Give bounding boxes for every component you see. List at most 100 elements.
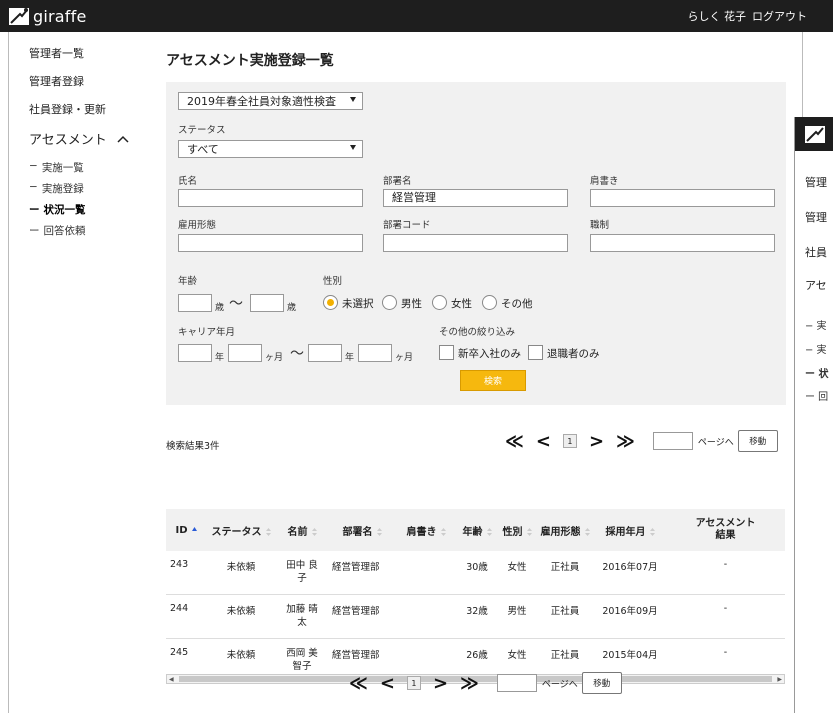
bullet: ー	[29, 225, 40, 237]
page-jump-input[interactable]	[652, 432, 693, 450]
career-label: キャリア年月	[178, 327, 236, 338]
sidebar-subitem-label: 実施登録	[41, 183, 84, 195]
col-header-status[interactable]: ステータス	[206, 509, 276, 551]
assessment-select[interactable]: 2019年春全社員対象適性検査	[178, 92, 363, 110]
col-header-gender[interactable]: 性別	[498, 509, 536, 551]
bullet: −	[29, 181, 38, 193]
employment-input[interactable]	[178, 234, 363, 252]
sort-icon	[311, 527, 317, 536]
table-header-row: ID ステータス 名前 部署名 肩書き 年齢 性別 雇用形態 採用年月 アセスメ…	[166, 509, 785, 551]
page-jump-input[interactable]	[496, 674, 537, 692]
cell-gender: 女性	[498, 551, 536, 595]
next-page-icon[interactable]: >	[589, 431, 604, 452]
month-unit: ヶ月	[395, 353, 414, 363]
scroll-left-icon[interactable]: ◀	[169, 676, 174, 683]
retired-checkbox[interactable]	[528, 345, 543, 360]
col-header-id[interactable]: ID	[166, 509, 206, 551]
status-select-value: すべて	[187, 143, 219, 156]
cell-title	[396, 551, 456, 595]
sort-icon	[649, 527, 655, 536]
age-unit: 歳	[215, 303, 225, 313]
brand[interactable]: giraffe	[8, 5, 87, 27]
cell-hired: 2016年09月	[594, 594, 666, 639]
next-page-icon[interactable]: >	[433, 673, 448, 694]
cell-hired: 2016年07月	[594, 551, 666, 595]
sidebar-item-admin-list[interactable]: 管理者一覧	[29, 45, 84, 61]
col-header-age[interactable]: 年齢	[456, 509, 498, 551]
month-unit: ヶ月	[265, 353, 284, 363]
prev-page-icon[interactable]: <	[536, 431, 551, 452]
career-from-year-input[interactable]	[178, 344, 212, 362]
page-number[interactable]: 1	[562, 434, 577, 448]
career-from-month-input[interactable]	[228, 344, 262, 362]
scroll-right-icon[interactable]: ▶	[777, 676, 782, 683]
career-to-year-input[interactable]	[308, 344, 342, 362]
main-content: アセスメント実施登録一覧 2019年春全社員対象適性検査 ステータス すべて 氏…	[149, 32, 802, 713]
career-to-month-input[interactable]	[358, 344, 392, 362]
logout-link[interactable]: ログアウト	[752, 8, 807, 24]
new-grad-checkbox[interactable]	[439, 345, 454, 360]
gender-radio-other[interactable]	[482, 295, 497, 310]
cell-id: 244	[166, 594, 206, 639]
page-jump-button[interactable]: 移動	[581, 672, 622, 694]
sidebar-subitem-run-register[interactable]: − 実施登録	[29, 181, 84, 196]
sidebar-item-employee-register[interactable]: 社員登録・更新	[29, 101, 106, 117]
sidebar-subitem-status-list[interactable]: ー 状況一覧	[29, 202, 86, 217]
cell-employment: 正社員	[536, 594, 594, 639]
page-jump-button[interactable]: 移動	[737, 430, 778, 452]
sidebar-accordion-assessment[interactable]: アセスメント	[29, 129, 129, 148]
col-header-employment[interactable]: 雇用形態	[536, 509, 594, 551]
pager-top: ≪ < 1 > ≫ ページへ 移動	[505, 430, 778, 452]
new-grad-label: 新卒入社のみ	[458, 348, 521, 360]
gender-option-label: その他	[501, 298, 533, 310]
tilde: 〜	[229, 296, 243, 312]
name-input[interactable]	[178, 189, 363, 207]
overlay-subitem: ー 状	[805, 369, 829, 380]
col-header-name[interactable]: 名前	[276, 509, 328, 551]
col-header-dept[interactable]: 部署名	[328, 509, 396, 551]
last-page-icon[interactable]: ≫	[460, 673, 479, 694]
brand-name: giraffe	[33, 6, 87, 26]
table-row[interactable]: 243 未依頼 田中 良子 経営管理部 30歳 女性 正社員 2016年07月 …	[166, 551, 785, 595]
sidebar-subitem-answer-request[interactable]: ー 回答依頼	[29, 223, 86, 238]
cell-age: 32歳	[456, 594, 498, 639]
first-page-icon[interactable]: ≪	[505, 431, 524, 452]
col-header-title[interactable]: 肩書き	[396, 509, 456, 551]
employment-label: 雇用形態	[178, 220, 217, 231]
last-page-icon[interactable]: ≫	[616, 431, 635, 452]
title-input[interactable]	[590, 189, 775, 207]
sidebar-subitem-label: 実施一覧	[41, 162, 84, 174]
search-panel: 2019年春全社員対象適性検査 ステータス すべて 氏名 部署名 肩書き 経営管…	[166, 82, 786, 405]
pager-bottom: ≪ < 1 > ≫ ページへ 移動	[349, 672, 622, 694]
search-button[interactable]: 検索	[460, 370, 526, 391]
cell-gender: 男性	[498, 594, 536, 639]
page-number[interactable]: 1	[406, 676, 421, 690]
cell-status: 未依頼	[206, 594, 276, 639]
overlay-top-bar	[795, 117, 833, 151]
sidebar-subitem-run-list[interactable]: − 実施一覧	[29, 160, 84, 175]
gender-radio-unselected[interactable]	[323, 295, 338, 310]
dept-code-input[interactable]	[383, 234, 568, 252]
first-page-icon[interactable]: ≪	[349, 673, 368, 694]
gender-radio-male[interactable]	[382, 295, 397, 310]
results-count: 検索結果3件	[166, 441, 220, 452]
position-input[interactable]	[590, 234, 775, 252]
status-select[interactable]: すべて	[178, 140, 363, 158]
age-to-input[interactable]	[250, 294, 284, 312]
col-header-hired[interactable]: 採用年月	[594, 509, 666, 551]
age-from-input[interactable]	[178, 294, 212, 312]
overlapping-window: 管理 管理 社員 アセ − 実 − 実 ー 状 ー 回	[794, 117, 833, 713]
cell-name: 加藤 晴太	[276, 594, 328, 639]
cell-dept: 経営管理部	[328, 594, 396, 639]
cell-dept: 経営管理部	[328, 551, 396, 595]
cell-status: 未依頼	[206, 551, 276, 595]
gender-radio-female[interactable]	[432, 295, 447, 310]
col-header-result[interactable]: アセスメント結果	[666, 509, 785, 551]
table-row[interactable]: 244 未依頼 加藤 晴太 経営管理部 32歳 男性 正社員 2016年09月 …	[166, 594, 785, 639]
sidebar-item-admin-register[interactable]: 管理者登録	[29, 73, 84, 89]
sidebar-subitem-label: 回答依頼	[43, 225, 86, 237]
sort-icon	[265, 527, 271, 536]
dept-input[interactable]: 経営管理	[383, 189, 568, 207]
prev-page-icon[interactable]: <	[380, 673, 395, 694]
bullet: −	[29, 160, 38, 172]
